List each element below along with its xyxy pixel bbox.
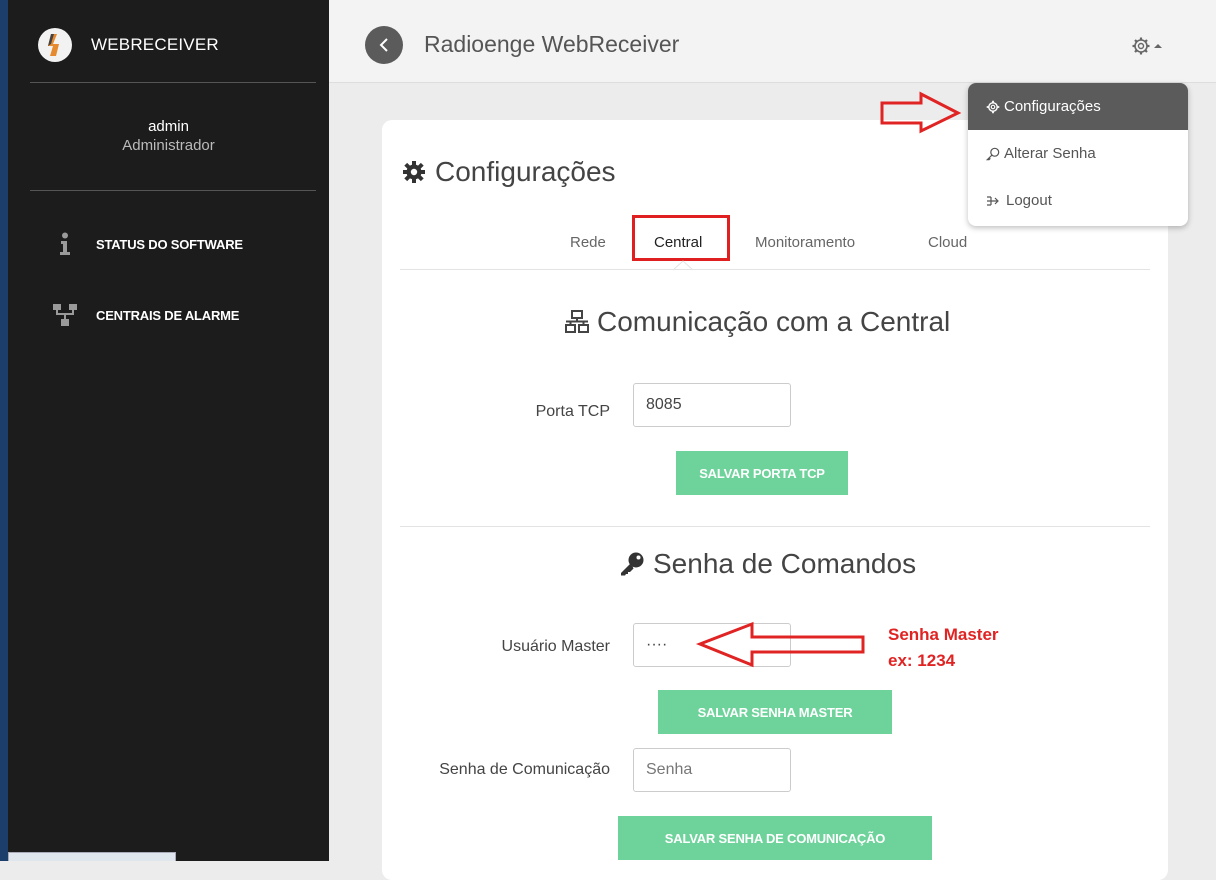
menu-item-label: Configurações <box>1004 98 1101 115</box>
tab-cloud[interactable]: Cloud <box>928 234 967 251</box>
menu-item-alterar-senha[interactable]: Alterar Senha <box>968 130 1188 177</box>
annotation-highlight-box <box>632 215 730 261</box>
menu-item-label: Alterar Senha <box>1004 145 1096 162</box>
page-title-text: Configurações <box>435 156 616 187</box>
section-divider <box>400 526 1150 527</box>
sidebar-divider <box>30 190 316 191</box>
caret-up-icon <box>1154 44 1162 48</box>
gear-icon <box>1132 37 1150 55</box>
section-title-text: Senha de Comandos <box>653 548 917 579</box>
master-password-input[interactable] <box>633 623 791 667</box>
user-info: admin Administrador <box>8 118 329 154</box>
sidebar: WEBRECEIVER admin Administrador STATUS D… <box>0 0 329 861</box>
tab-monitoramento[interactable]: Monitoramento <box>755 234 855 251</box>
settings-menu-toggle[interactable] <box>1131 36 1163 56</box>
annotation-line: ex: 1234 <box>888 651 956 670</box>
back-button[interactable] <box>365 26 403 64</box>
network-icon <box>565 310 589 333</box>
settings-card: Configurações Rede Central Monitoramento… <box>382 120 1168 880</box>
gear-icon <box>403 161 425 183</box>
info-icon <box>50 232 80 256</box>
annotation-text: Senha Master ex: 1234 <box>888 622 999 674</box>
communication-password-input[interactable] <box>633 748 791 792</box>
gear-icon <box>986 100 1000 114</box>
network-icon <box>50 304 80 326</box>
annotation-line: Senha Master <box>888 625 999 644</box>
section-title-comunicacao: Comunicação com a Central <box>565 306 950 338</box>
settings-dropdown-menu: Configurações Alterar Senha Logout <box>968 83 1188 226</box>
menu-item-configuracoes[interactable]: Configurações <box>968 83 1188 130</box>
app-title: Radioenge WebReceiver <box>424 31 680 57</box>
top-header: Radioenge WebReceiver <box>329 0 1216 83</box>
tab-rede[interactable]: Rede <box>570 234 606 251</box>
senha-comunicacao-label: Senha de Comunicação <box>439 761 610 778</box>
key-icon <box>621 552 644 576</box>
browser-status-bar <box>8 852 176 861</box>
section-title-text: Comunicação com a Central <box>597 306 951 337</box>
menu-item-label: Logout <box>1006 192 1052 209</box>
tab-underline <box>400 269 1150 270</box>
tab-active-pointer <box>673 260 693 271</box>
chevron-left-icon <box>379 38 388 52</box>
sidebar-divider <box>30 82 316 83</box>
sidebar-item-label: CENTRAIS DE ALARME <box>96 307 240 323</box>
brand-name: WEBRECEIVER <box>91 35 219 54</box>
key-icon <box>986 147 1000 161</box>
brand[interactable]: WEBRECEIVER <box>38 28 219 62</box>
save-communication-password-button[interactable]: SALVAR SENHA DE COMUNICAÇÃO <box>618 816 932 860</box>
save-tcp-port-button[interactable]: SALVAR PORTA TCP <box>676 451 848 495</box>
logout-icon <box>986 195 1002 207</box>
user-role: Administrador <box>122 137 215 154</box>
porta-tcp-input[interactable] <box>633 383 791 427</box>
save-master-password-button[interactable]: SALVAR SENHA MASTER <box>658 690 892 734</box>
section-title-senha-comandos: Senha de Comandos <box>619 548 916 580</box>
brand-logo-icon <box>38 28 72 62</box>
user-name: admin <box>148 118 189 135</box>
sidebar-item-centrais-alarme[interactable]: CENTRAIS DE ALARME <box>50 304 239 326</box>
sidebar-item-label: STATUS DO SOFTWARE <box>96 236 243 252</box>
usuario-master-label: Usuário Master <box>501 638 610 655</box>
menu-item-logout[interactable]: Logout <box>968 177 1188 224</box>
porta-tcp-label: Porta TCP <box>535 403 610 420</box>
sidebar-item-status-software[interactable]: STATUS DO SOFTWARE <box>50 232 243 256</box>
page-title: Configurações <box>402 156 616 188</box>
